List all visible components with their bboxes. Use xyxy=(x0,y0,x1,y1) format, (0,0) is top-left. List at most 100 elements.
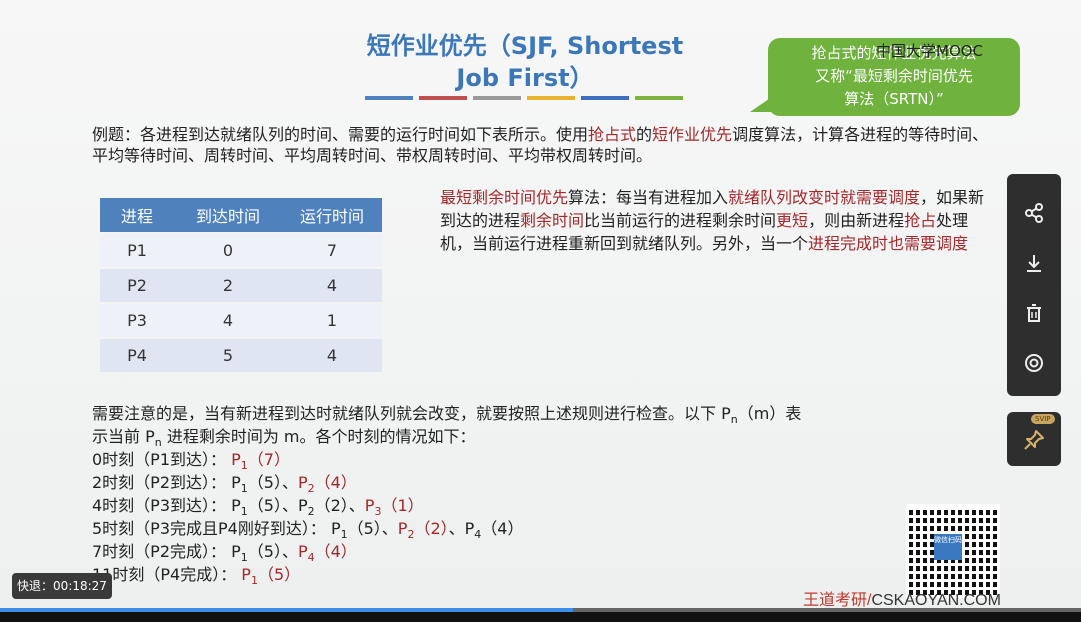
trash-icon xyxy=(1027,304,1041,322)
queue-entry: P2（4） xyxy=(297,473,357,496)
seek-indicator: 快退：00:18:27 xyxy=(12,573,112,599)
title-line1: 短作业优先（SJF, Shortest xyxy=(366,32,684,60)
cell: 0 xyxy=(174,234,282,267)
download-button[interactable] xyxy=(1007,243,1061,283)
bubble-line3: 算法（SRTN）” xyxy=(844,90,944,108)
time-label: 11时刻（P4完成）： xyxy=(92,565,237,584)
time-11-line: 11时刻（P4完成）： P1（5） xyxy=(92,563,992,588)
player-bottom-bar xyxy=(0,612,1081,622)
header-arrival: 到达时间 xyxy=(174,198,282,232)
cell: P4 xyxy=(100,339,174,372)
table-header: 进程 到达时间 运行时间 xyxy=(100,198,382,232)
cell: 4 xyxy=(282,269,382,302)
video-frame: 短作业优先（SJF, Shortest Job First） 抢占式的短作业优先… xyxy=(0,0,1081,622)
qr-center-label: 微信扫码 xyxy=(934,534,962,560)
note-highlight: 抢占 xyxy=(904,211,937,230)
subscript: n xyxy=(730,413,738,427)
table-row: P2 2 4 xyxy=(100,269,382,302)
share-button[interactable] xyxy=(1007,193,1061,233)
cell: P2 xyxy=(100,269,174,302)
note-highlight: 进程完成时也需要调度 xyxy=(808,234,969,253)
slide-title: 短作业优先（SJF, Shortest Job First） xyxy=(330,30,720,94)
note-highlight: 最短剩余时间优先 xyxy=(440,188,569,207)
table-row: P3 4 1 xyxy=(100,304,382,337)
header-process: 进程 xyxy=(100,198,174,232)
process-table: 进程 到达时间 运行时间 P1 0 7 P2 2 4 P3 4 1 P4 5 4 xyxy=(100,196,382,374)
time-7-line: 7时刻（P2完成）： P1（5）、P4（4） xyxy=(92,540,992,565)
cell: 5 xyxy=(174,339,282,372)
cell: 4 xyxy=(282,339,382,372)
timeline-explanation: 需要注意的是，当有新进程到达时就绪队列就会改变，就要按照上述规则进行检查。以下 … xyxy=(92,402,992,588)
intro-text: 的 xyxy=(636,125,653,144)
note-text: 算法：每当有进程加入 xyxy=(568,188,729,207)
cell: 2 xyxy=(174,269,282,302)
cell: P1 xyxy=(100,234,174,267)
text: 需要注意的是，当有新进程到达时就绪队列就会改变，就要按照上述规则进行检查。以下 … xyxy=(92,404,731,423)
queue-entry: P1（7） xyxy=(231,450,290,473)
cell: 7 xyxy=(282,234,382,267)
queue-entry: P1（5）、P2（2）、 xyxy=(231,496,365,519)
queue-entry: P4（4） xyxy=(297,542,357,565)
srtn-note: 最短剩余时间优先算法：每当有进程加入就绪队列改变时就需要调度，如果新到达的进程剩… xyxy=(440,186,985,255)
time-2-line: 2时刻（P2到达）： P1（5）、P2（4） xyxy=(92,471,992,496)
intro-paragraph: 例题：各进程到达就绪队列的时间、需要的运行时间如下表所示。使用抢占式的短作业优先… xyxy=(92,124,992,166)
bar-6 xyxy=(635,96,683,100)
mooc-watermark: 中国大学MOOC xyxy=(876,42,984,60)
table-row: P1 0 7 xyxy=(100,234,382,267)
slide: 短作业优先（SJF, Shortest Job First） 抢占式的短作业优先… xyxy=(0,0,1081,610)
brand-red: 王道考研/ xyxy=(803,592,872,609)
time-label: 7时刻（P2完成）： xyxy=(92,542,227,561)
explain-line-2: 示当前 Pn 进程剩余时间为 m。各个时刻的情况如下： xyxy=(92,425,992,449)
note-text: 比当前运行的进程剩余时间 xyxy=(584,211,777,230)
bar-3 xyxy=(473,96,521,100)
queue-entry: P1（5）、 xyxy=(330,519,398,542)
queue-entry: 、P4（4） xyxy=(448,519,524,542)
brand-dark: CSKAOYAN.COM xyxy=(871,592,1001,609)
cell: P3 xyxy=(100,304,174,337)
time-4-line: 4时刻（P3到达）： P1（5）、P2（2）、P3（1） xyxy=(92,494,992,519)
note-highlight: 更短 xyxy=(776,211,809,230)
share-icon xyxy=(1025,203,1043,223)
table-row: P4 5 4 xyxy=(100,339,382,372)
note-highlight: 就绪队列改变时就需要调度 xyxy=(728,188,921,207)
bar-5 xyxy=(581,96,629,100)
text: 进程剩余时间为 m。各个时刻的情况如下： xyxy=(161,427,476,446)
intro-highlight: 短作业优先 xyxy=(652,125,733,144)
bar-4 xyxy=(527,96,575,100)
seek-time: 00:18:27 xyxy=(53,579,107,593)
queue-entry: P2（2） xyxy=(397,519,449,542)
bar-1 xyxy=(365,96,413,100)
intro-highlight: 抢占式 xyxy=(588,125,637,144)
time-label: 5时刻（P3完成且P4刚好到达）： xyxy=(92,519,326,538)
pin-icon xyxy=(1022,428,1046,458)
record-icon xyxy=(1025,354,1043,372)
explain-line-1: 需要注意的是，当有新进程到达时就绪队列就会改变，就要按照上述规则进行检查。以下 … xyxy=(92,402,992,427)
bubble-line2: 又称“最短剩余时间优先 xyxy=(815,67,973,85)
queue-entry: P3（1） xyxy=(364,496,424,519)
svip-badge: SVIP xyxy=(1031,414,1055,424)
cell: 1 xyxy=(282,304,382,337)
delete-button[interactable] xyxy=(1007,293,1061,333)
time-0-line: 0时刻（P1到达）： P1（7） xyxy=(92,448,992,473)
queue-entry: P1（5）、 xyxy=(231,473,298,496)
title-line2: Job First） xyxy=(456,64,594,92)
time-5-line: 5时刻（P3完成且P4刚好到达）： P1（5）、P2（2）、P4（4） xyxy=(92,517,992,542)
title-underline xyxy=(365,96,683,100)
header-runtime: 运行时间 xyxy=(282,198,382,232)
time-label: 4时刻（P3到达）： xyxy=(92,496,227,515)
text: （m）表 xyxy=(737,404,802,423)
bar-2 xyxy=(419,96,467,100)
queue-entry: P1（5）、 xyxy=(231,542,298,565)
intro-text: 例题：各进程到达就绪队列的时间、需要的运行时间如下表所示。使用 xyxy=(92,125,589,144)
cell: 4 xyxy=(174,304,282,337)
time-label: 0时刻（P1到达）： xyxy=(92,450,227,469)
text: 示当前 P xyxy=(92,427,155,446)
note-highlight: 剩余时间 xyxy=(520,211,585,230)
brand-footer: 王道考研/CSKAOYAN.COM xyxy=(803,586,1001,610)
record-button[interactable] xyxy=(1007,343,1061,383)
time-label: 2时刻（P2到达）： xyxy=(92,473,227,492)
download-icon xyxy=(1027,255,1041,272)
queue-entry: P1（5） xyxy=(241,565,301,588)
note-text: ，则由新进程 xyxy=(808,211,905,230)
seek-label: 快退： xyxy=(17,579,54,593)
